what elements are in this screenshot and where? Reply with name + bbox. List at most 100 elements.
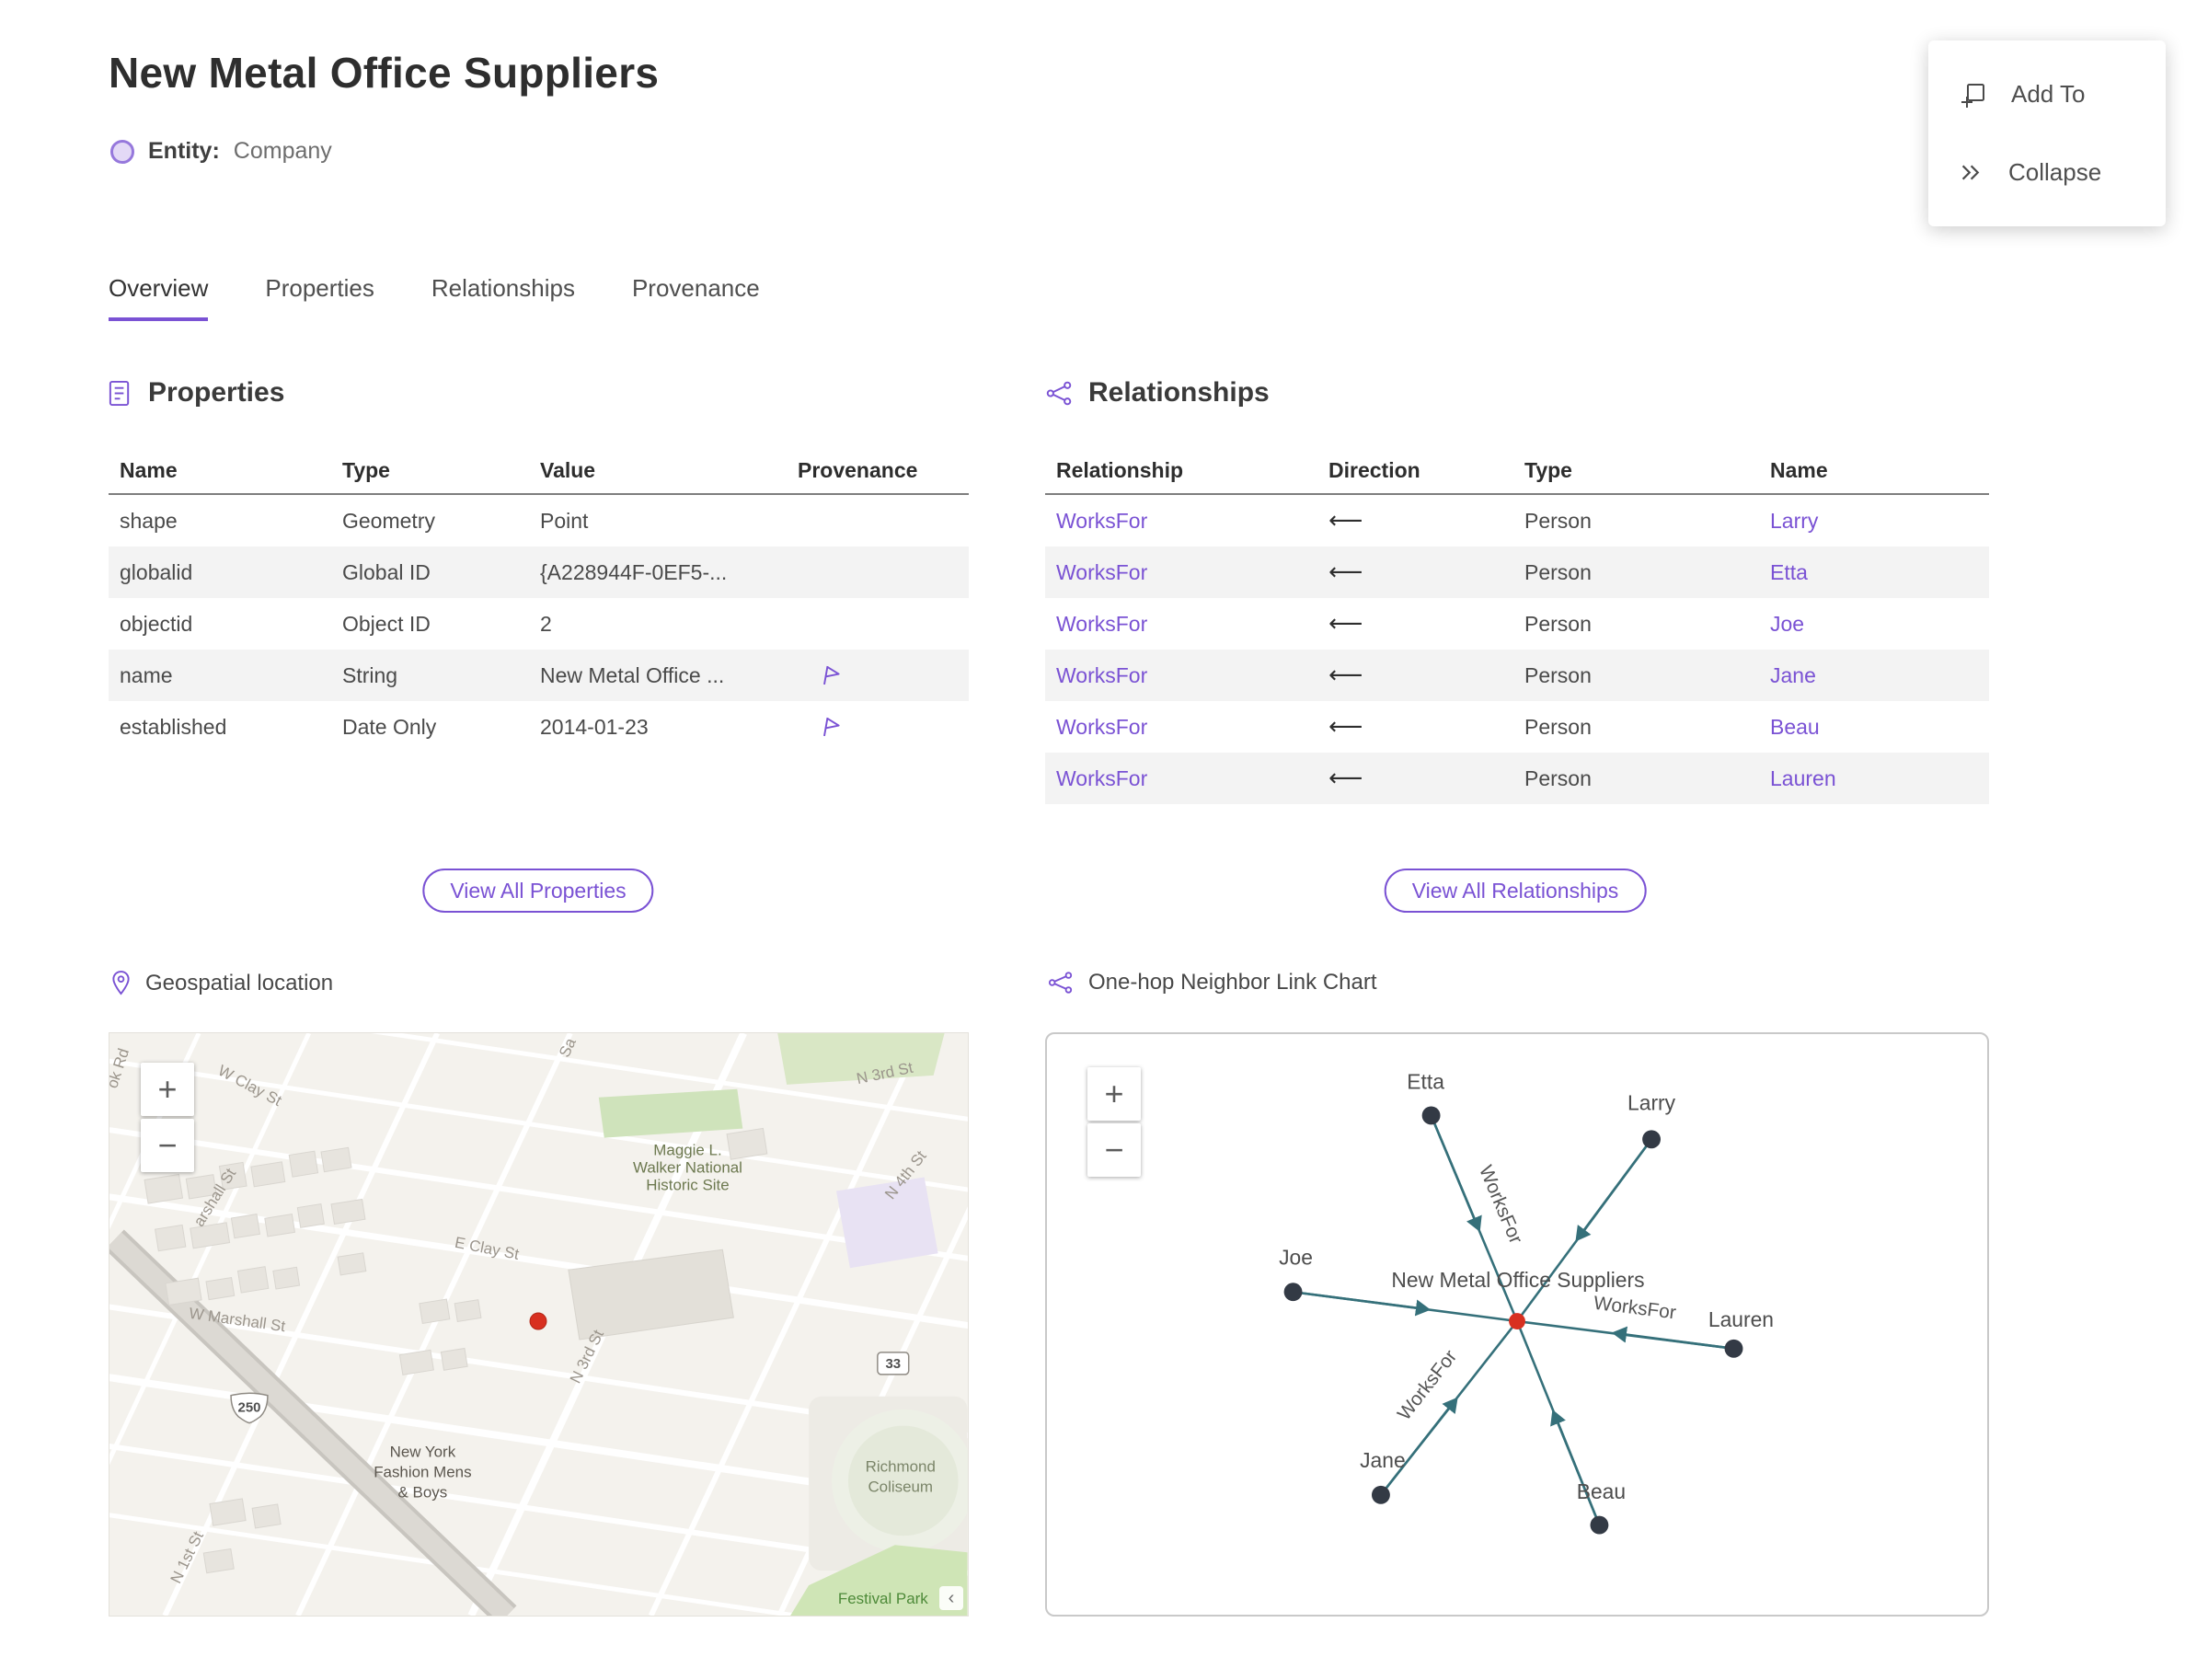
relationship-type-link[interactable]: WorksFor	[1045, 766, 1317, 791]
node-label-lauren: Lauren	[1708, 1307, 1774, 1331]
column-header-type: Type	[342, 457, 390, 482]
node-etta[interactable]	[1421, 1106, 1441, 1125]
node-lauren[interactable]	[1724, 1339, 1743, 1358]
related-entity-link[interactable]: Etta	[1759, 560, 1989, 585]
related-entity-type: Person	[1524, 765, 1592, 790]
column-header-provenance: Provenance	[798, 457, 918, 482]
node-label-jane: Jane	[1360, 1448, 1406, 1472]
link-chart-zoom-out-button[interactable]: −	[1087, 1123, 1141, 1177]
relationship-row: WorksFor ⟵ Person Larry	[1045, 495, 1989, 547]
properties-table-body: shape Geometry Point globalid Global ID …	[109, 495, 969, 753]
relationships-network-icon	[1046, 381, 1072, 405]
tab-overview[interactable]: Overview	[109, 274, 209, 321]
relationship-type-link[interactable]: WorksFor	[1045, 612, 1317, 637]
property-row: shape Geometry Point	[109, 495, 969, 547]
related-entity-type: Person	[1524, 611, 1592, 636]
property-name: shape	[120, 508, 178, 533]
entity-value: Company	[233, 138, 332, 164]
relationship-type-link[interactable]: WorksFor	[1045, 560, 1317, 585]
entity-type-icon	[110, 139, 134, 164]
relationship-type-link[interactable]: WorksFor	[1045, 509, 1317, 534]
view-all-relationships-button[interactable]: View All Relationships	[1384, 869, 1647, 913]
relationships-table-body: WorksFor ⟵ Person Larry WorksFor ⟵ Perso…	[1045, 495, 1989, 804]
related-entity-type: Person	[1524, 714, 1592, 739]
svg-text:& Boys: & Boys	[398, 1483, 448, 1501]
relationships-table-header: Relationship Direction Type Name	[1045, 447, 1989, 495]
view-all-properties-button[interactable]: View All Properties	[422, 869, 654, 913]
node-larry[interactable]	[1642, 1130, 1662, 1149]
related-entity-link[interactable]: Lauren	[1759, 766, 1989, 791]
collapse-chevrons-icon	[1961, 165, 1980, 180]
tab-label: Properties	[265, 274, 374, 302]
node-jane[interactable]	[1372, 1485, 1390, 1504]
related-entity-type: Person	[1524, 559, 1592, 584]
related-entity-link[interactable]: Jane	[1759, 663, 1989, 688]
add-to-icon	[1961, 83, 1984, 108]
map-canvas[interactable]: 250 33 ok Rd W Clay St Sa N 3rd St N 4th…	[109, 1033, 968, 1616]
provenance-flag-icon[interactable]	[820, 663, 843, 688]
direction-arrow: ⟵	[1328, 713, 1363, 741]
svg-text:Historic Site: Historic Site	[646, 1176, 729, 1193]
direction-arrow: ⟵	[1328, 662, 1363, 689]
collapse-button[interactable]: Collapse	[1928, 133, 2166, 212]
svg-text:Richmond: Richmond	[866, 1457, 936, 1475]
center-node-label: New Metal Office Suppliers	[1391, 1268, 1644, 1292]
center-node[interactable]	[1509, 1313, 1525, 1329]
property-name: established	[120, 714, 227, 739]
properties-table: Name Type Value Provenance shape Geometr…	[109, 447, 969, 753]
column-header-name: Name	[1770, 457, 1828, 482]
relationship-row: WorksFor ⟵ Person Etta	[1045, 547, 1989, 598]
direction-arrow: ⟵	[1328, 558, 1363, 586]
property-provenance-cell	[787, 715, 969, 740]
map-zoom-out-button[interactable]: −	[141, 1119, 194, 1172]
property-type: Date Only	[342, 714, 437, 739]
property-row: established Date Only 2014-01-23	[109, 701, 969, 753]
tab-bar: Overview Properties Relationships Proven…	[109, 274, 760, 321]
property-row: globalid Global ID {A228944F-0EF5-...	[109, 547, 969, 598]
map-pin-icon	[112, 971, 130, 995]
entity-location-marker[interactable]	[529, 1312, 547, 1330]
related-entity-link[interactable]: Beau	[1759, 715, 1989, 740]
property-name: name	[120, 662, 173, 687]
relationship-type-link[interactable]: WorksFor	[1045, 663, 1317, 688]
provenance-flag-icon[interactable]	[820, 715, 843, 740]
svg-text:WorksFor: WorksFor	[1394, 1346, 1462, 1424]
tab-relationships[interactable]: Relationships	[431, 274, 575, 321]
property-type: String	[342, 662, 398, 687]
relationships-section-title: Relationships	[1088, 377, 1270, 408]
column-header-value: Value	[540, 457, 596, 482]
relationship-type-link[interactable]: WorksFor	[1045, 715, 1317, 740]
column-header-type: Type	[1524, 457, 1572, 482]
related-entity-link[interactable]: Joe	[1759, 612, 1989, 637]
svg-text:Maggie L.: Maggie L.	[653, 1142, 721, 1159]
link-chart-section-title: One-hop Neighbor Link Chart	[1088, 970, 1377, 995]
related-entity-link[interactable]: Larry	[1759, 509, 1989, 534]
tab-provenance[interactable]: Provenance	[632, 274, 760, 321]
properties-table-header: Name Type Value Provenance	[109, 447, 969, 495]
direction-arrow: ⟵	[1328, 610, 1363, 638]
add-to-button[interactable]: Add To	[1928, 55, 2166, 133]
direction-arrow: ⟵	[1328, 765, 1363, 792]
link-chart-canvas[interactable]: WorksFor WorksFor WorksFor Etta Larry Jo…	[1047, 1034, 1987, 1615]
geospatial-section-title: Geospatial location	[145, 970, 334, 995]
map-zoom-in-button[interactable]: +	[141, 1063, 194, 1116]
node-label-joe: Joe	[1279, 1245, 1313, 1269]
node-label-etta: Etta	[1407, 1070, 1444, 1094]
relationships-table: Relationship Direction Type Name WorksFo…	[1045, 447, 1989, 804]
tab-label: Provenance	[631, 274, 760, 302]
tab-properties[interactable]: Properties	[265, 274, 374, 321]
properties-form-icon	[109, 380, 130, 406]
svg-text:WorksFor: WorksFor	[1475, 1162, 1526, 1247]
link-chart-zoom-in-button[interactable]: +	[1087, 1067, 1141, 1121]
link-chart[interactable]: WorksFor WorksFor WorksFor Etta Larry Jo…	[1045, 1032, 1989, 1617]
svg-text:250: 250	[238, 1400, 261, 1416]
relationships-section-header: Relationships	[1045, 377, 1270, 408]
svg-text:New York: New York	[390, 1444, 456, 1461]
page-title: New Metal Office Suppliers	[109, 49, 660, 97]
route-shield-33: 33	[877, 1352, 910, 1375]
node-beau[interactable]	[1590, 1515, 1609, 1535]
geospatial-map[interactable]: 250 33 ok Rd W Clay St Sa N 3rd St N 4th…	[109, 1032, 969, 1617]
map-attribution-toggle[interactable]: ‹	[939, 1586, 963, 1610]
property-value: New Metal Office ...	[540, 662, 725, 687]
node-joe[interactable]	[1283, 1283, 1303, 1302]
